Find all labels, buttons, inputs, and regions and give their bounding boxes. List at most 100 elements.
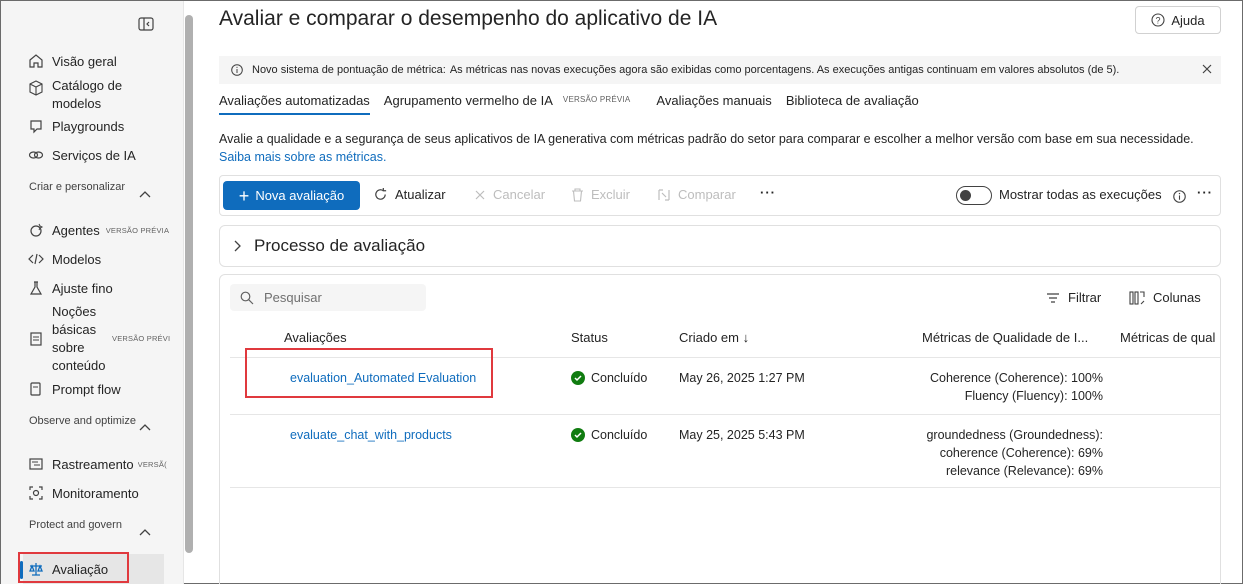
tab-label: Biblioteca de avaliação <box>785 93 919 108</box>
search-icon <box>240 291 254 304</box>
sidebar-item-models[interactable]: Modelos <box>27 250 177 268</box>
more-options-icon[interactable]: ··· <box>1197 185 1213 200</box>
notice-text: As métricas nas novas execuções agora sã… <box>449 64 1120 76</box>
sidebar-item-model-catalog[interactable]: Catálogo de modelos <box>27 77 177 113</box>
header-label: Métricas de qual <box>1120 330 1216 345</box>
columns-icon <box>1129 290 1145 305</box>
filter-icon <box>1047 292 1059 303</box>
chevron-up-icon[interactable] <box>138 422 152 432</box>
sidebar-item-agents[interactable]: Agentes VERSÃO PRÉVIA <box>27 221 177 239</box>
plus-icon: + <box>238 185 250 206</box>
refresh-label: Atualizar <box>395 187 446 202</box>
highlight-box <box>245 348 493 398</box>
help-button[interactable]: ? Ajuda <box>1135 6 1221 34</box>
column-header-created[interactable]: Criado em ↓ <box>679 330 749 345</box>
playground-icon <box>27 117 45 135</box>
evaluation-name-link[interactable]: evaluate_chat_with_products <box>290 428 452 442</box>
sidebar-item-content-understanding[interactable]: Noções básicas sobre conteúdo VERSÃO PRÉ… <box>27 303 177 375</box>
more-options-icon[interactable]: ··· <box>760 185 776 200</box>
evaluation-process-expander[interactable]: Processo de avaliação <box>219 225 1221 267</box>
chevron-right-icon <box>234 240 241 252</box>
tab-bar: Avaliações automatizadas Agrupamento ver… <box>219 93 933 119</box>
status-text: Concluído <box>591 371 648 385</box>
sidebar-scrollbar[interactable] <box>185 15 193 553</box>
cube-icon <box>27 79 45 97</box>
collapse-sidebar-icon[interactable] <box>138 17 154 31</box>
compare-button[interactable]: Comparar <box>657 187 736 202</box>
delete-label: Excluir <box>591 187 631 202</box>
sidebar-item-label: Playgrounds <box>52 118 125 134</box>
show-all-runs-text: Mostrar todas as execuções <box>999 187 1162 202</box>
delete-button[interactable]: Excluir <box>571 187 630 202</box>
tab-ai-red-teaming[interactable]: Agrupamento vermelho de IA VERSÃO PRÉVIA <box>384 93 631 119</box>
compare-icon <box>658 188 670 201</box>
learn-more-link[interactable]: Saiba mais sobre as métricas. <box>219 150 386 164</box>
refresh-icon <box>375 187 387 200</box>
chevron-up-icon[interactable] <box>138 189 152 199</box>
sidebar: Visão geral Catálogo de modelos Playgrou… <box>1 1 184 584</box>
preview-badge: VERSÃO PRÉVIA <box>562 95 631 104</box>
metric-value: relevance (Relevance): 69% <box>945 464 1103 478</box>
notice-banner: Novo sistema de pontuação de métrica: As… <box>219 56 1221 84</box>
tab-automated-evaluations[interactable]: Avaliações automatizadas <box>219 93 370 119</box>
column-header-status[interactable]: Status <box>571 330 608 345</box>
column-header-evaluations[interactable]: Avaliações <box>284 330 347 345</box>
metric-value: Fluency (Fluency): 100% <box>964 389 1103 403</box>
sidebar-item-label: Rastreamento <box>52 456 134 472</box>
created-date: May 25, 2025 5:43 PM <box>679 428 805 442</box>
sidebar-item-ai-services[interactable]: Serviços de IA <box>27 146 177 164</box>
svg-text:?: ? <box>1156 15 1161 25</box>
compare-label: Comparar <box>678 187 736 202</box>
column-header-quality-metrics[interactable]: Métricas de Qualidade de I... <box>922 330 1088 345</box>
quality-metrics: groundedness (Groundedness): coherence (… <box>926 426 1103 480</box>
tab-evaluator-library[interactable]: Biblioteca de avaliação <box>786 93 919 119</box>
show-all-runs-toggle[interactable] <box>956 186 992 205</box>
sidebar-item-label: Agentes <box>52 222 100 238</box>
trash-icon <box>572 187 583 202</box>
tab-label: Avaliações automatizadas <box>219 93 370 108</box>
column-header-quality-metrics-2[interactable]: Métricas de qual <box>1120 330 1215 345</box>
preview-badge: VERSÃO PRÉVI <box>112 334 171 343</box>
process-label: Processo de avaliação <box>254 236 426 255</box>
toolbar: + Nova avaliação Atualizar Cancelar Excl… <box>219 175 1221 216</box>
sidebar-item-fine-tuning[interactable]: Ajuste fino <box>27 279 177 297</box>
tab-manual-evaluations[interactable]: Avaliações manuais <box>656 93 771 119</box>
notice-title: Novo sistema de pontuação de métrica: <box>252 64 446 76</box>
sidebar-item-prompt-flow[interactable]: Prompt flow <box>27 380 177 398</box>
created-date: May 26, 2025 1:27 PM <box>679 371 805 385</box>
columns-button[interactable]: Colunas <box>1129 290 1201 305</box>
metric-value: coherence (Coherence): 69% <box>939 446 1103 460</box>
sidebar-item-label: Visão geral <box>52 53 117 69</box>
status-badge: Concluído <box>571 371 647 385</box>
sidebar-item-label: Prompt flow <box>52 381 121 397</box>
check-circle-icon <box>571 428 585 442</box>
sidebar-item-overview[interactable]: Visão geral <box>27 52 177 70</box>
refresh-button[interactable]: Atualizar <box>373 187 446 202</box>
sidebar-item-label: Modelos <box>52 251 102 267</box>
new-evaluation-button[interactable]: + Nova avaliação <box>223 181 360 210</box>
sidebar-item-playgrounds[interactable]: Playgrounds <box>27 117 177 135</box>
sidebar-section-observe: Observe and optimize <box>29 415 136 427</box>
sidebar-item-monitoring[interactable]: Monitoramento <box>27 484 177 502</box>
highlight-box <box>18 552 129 583</box>
sidebar-section-build: Criar e personalizar <box>29 181 125 193</box>
info-icon[interactable] <box>1173 190 1186 203</box>
evaluations-table: Pesquisar Filtrar Colunas Avaliações Sta… <box>219 274 1221 584</box>
prompt-flow-icon <box>27 380 45 398</box>
preview-badge: VERSÃO PRÉVIA <box>105 225 170 235</box>
page-title: Avaliar e comparar o desempenho do aplic… <box>219 7 718 30</box>
metric-value: groundedness (Groundedness): <box>926 428 1103 442</box>
close-icon[interactable] <box>1201 63 1213 75</box>
page-description: Avalie a qualidade e a segurança de seus… <box>219 130 1219 166</box>
metric-value: Coherence (Coherence): 100% <box>929 371 1103 385</box>
flask-icon <box>27 279 45 297</box>
filter-button[interactable]: Filtrar <box>1046 290 1101 305</box>
cancel-label: Cancelar <box>493 187 546 202</box>
cancel-button[interactable]: Cancelar <box>474 187 545 202</box>
sidebar-item-tracing[interactable]: Rastreamento VERSÃ( <box>27 455 177 473</box>
filter-label: Filtrar <box>1068 290 1102 305</box>
main-content: Avaliar e comparar o desempenho do aplic… <box>197 1 1242 584</box>
search-input[interactable]: Pesquisar <box>230 284 426 311</box>
chevron-up-icon[interactable] <box>138 527 152 537</box>
info-icon <box>231 64 243 76</box>
